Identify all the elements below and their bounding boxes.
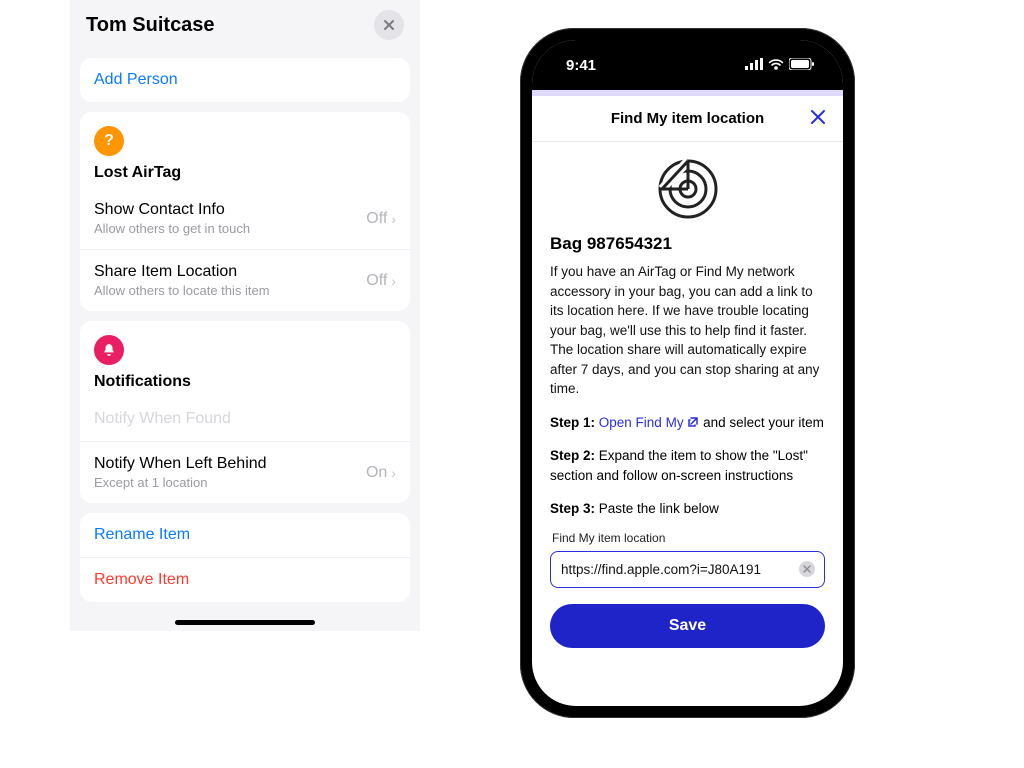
remove-item-label: Remove Item	[94, 571, 189, 589]
lost-section-header: ?	[80, 112, 410, 156]
battery-icon	[789, 57, 815, 74]
rename-item-row[interactable]: Rename Item	[80, 513, 410, 558]
notifications-section-header	[80, 321, 410, 365]
row-subtitle: Except at 1 location	[94, 475, 267, 490]
chevron-right-icon: ›	[391, 465, 396, 481]
row-subtitle: Allow others to get in touch	[94, 221, 250, 236]
step-3: Step 3: Paste the link below	[550, 499, 825, 519]
open-find-my-link[interactable]: Open Find My	[599, 415, 703, 430]
row-value: Off	[366, 210, 387, 228]
step-1: Step 1: Open Find My and select your ite…	[550, 413, 825, 434]
step-1-rest: and select your item	[703, 415, 824, 430]
step-3-label: Step 3:	[550, 501, 595, 516]
findmy-item-sheet: Tom Suitcase Add Person ? Lost AirTag Sh…	[70, 0, 420, 631]
add-person-row[interactable]: Add Person	[80, 58, 410, 102]
rename-item-label: Rename Item	[94, 526, 190, 544]
home-indicator	[175, 620, 315, 625]
row-value: Off	[366, 272, 387, 290]
row-title: Show Contact Info	[94, 201, 250, 219]
row-title: Notify When Left Behind	[94, 455, 267, 473]
notify-when-left-behind-row[interactable]: Notify When Left Behind Except at 1 loca…	[80, 442, 410, 503]
step-2-label: Step 2:	[550, 448, 595, 463]
notify-when-found-label: Notify When Found	[94, 410, 231, 428]
remove-item-row[interactable]: Remove Item	[80, 558, 410, 602]
row-title: Share Item Location	[94, 263, 270, 281]
bag-description: If you have an AirTag or Find My network…	[550, 262, 825, 399]
show-contact-info-row[interactable]: Show Contact Info Allow others to get in…	[80, 188, 410, 250]
find-my-url-input[interactable]	[550, 551, 825, 588]
dynamic-island	[636, 50, 740, 80]
question-icon: ?	[94, 126, 124, 156]
close-icon[interactable]	[374, 10, 404, 40]
modal-header: Find My item location	[532, 96, 843, 142]
bag-heading: Bag 987654321	[550, 234, 825, 254]
lost-airtag-title: Lost AirTag	[80, 156, 410, 188]
modal-title: Find My item location	[611, 110, 764, 127]
iphone-frame: 9:41 Find My item location	[520, 28, 855, 718]
sheet-title: Tom Suitcase	[86, 14, 215, 37]
row-subtitle: Allow others to locate this item	[94, 283, 270, 298]
notifications-title: Notifications	[80, 365, 410, 397]
close-icon[interactable]	[809, 108, 827, 132]
bell-icon	[94, 335, 124, 365]
step-3-text: Paste the link below	[595, 501, 719, 516]
add-person-label: Add Person	[94, 71, 178, 89]
radar-icon	[550, 158, 825, 220]
row-value: On	[366, 464, 387, 482]
chevron-right-icon: ›	[391, 211, 396, 227]
url-field-label: Find My item location	[552, 531, 825, 545]
step-1-label: Step 1:	[550, 415, 595, 430]
step-2: Step 2: Expand the item to show the "Los…	[550, 446, 825, 487]
cellular-icon	[745, 57, 763, 74]
wifi-icon	[768, 57, 784, 74]
notify-when-found-row: Notify When Found	[80, 397, 410, 442]
share-item-location-row[interactable]: Share Item Location Allow others to loca…	[80, 250, 410, 311]
external-link-icon	[687, 414, 699, 434]
save-button[interactable]: Save	[550, 604, 825, 648]
clear-input-icon[interactable]	[799, 561, 815, 577]
status-time: 9:41	[566, 57, 596, 74]
chevron-right-icon: ›	[391, 273, 396, 289]
